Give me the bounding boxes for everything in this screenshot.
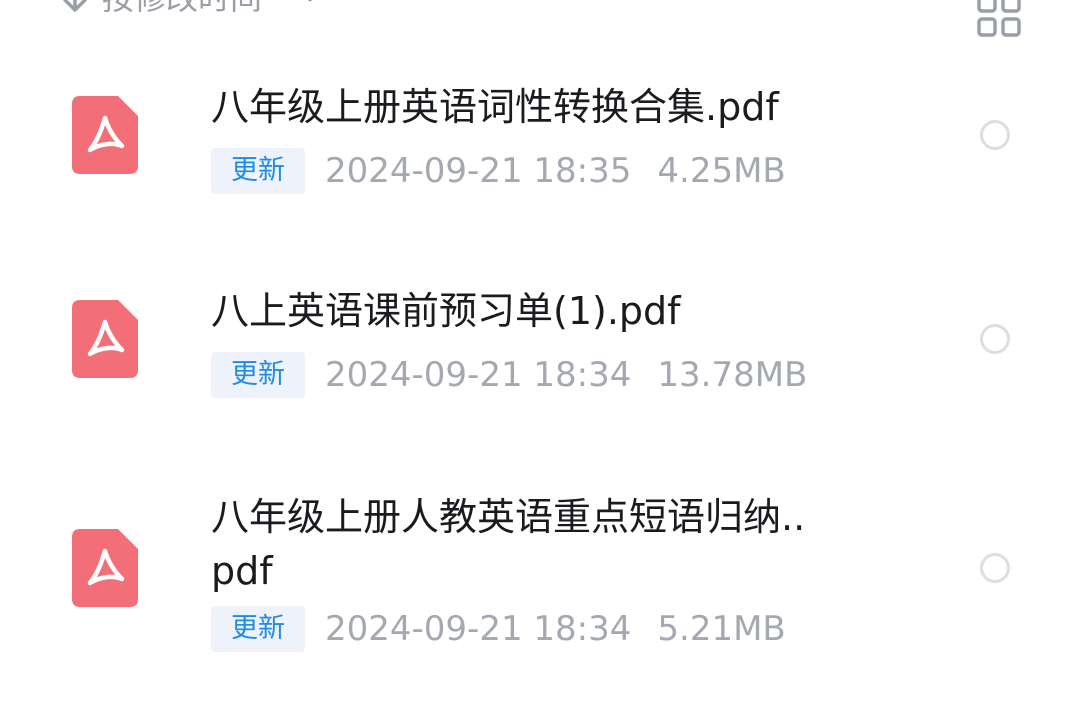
update-tag: 更新 <box>211 352 305 398</box>
file-date: 2024-09-21 18:34 <box>325 355 632 395</box>
file-date: 2024-09-21 18:35 <box>325 151 632 191</box>
file-meta: 更新 2024-09-21 18:34 13.78MB <box>211 352 807 398</box>
file-name: 八年级上册英语词性转换合集.pdf <box>211 85 779 129</box>
file-date: 2024-09-21 18:34 <box>325 609 632 649</box>
file-item[interactable]: 八年级上册英语词性转换合集.pdf 更新 2024-09-21 18:35 4.… <box>0 0 1080 240</box>
select-circle-icon[interactable] <box>980 553 1010 583</box>
pdf-file-icon <box>72 300 138 378</box>
file-meta: 更新 2024-09-21 18:35 4.25MB <box>211 148 786 194</box>
file-item[interactable]: 八年级上册人教英语重点短语归纳..pdf 更新 2024-09-21 18:34… <box>0 450 1080 714</box>
file-name: 八上英语课前预习单(1).pdf <box>211 289 681 333</box>
pdf-file-icon <box>72 529 138 607</box>
select-circle-icon[interactable] <box>980 120 1010 150</box>
file-size: 4.25MB <box>657 151 786 191</box>
file-meta: 更新 2024-09-21 18:34 5.21MB <box>211 606 786 652</box>
pdf-file-icon <box>72 96 138 174</box>
file-size: 5.21MB <box>657 609 786 649</box>
file-name: 八年级上册人教英语重点短语归纳..pdf <box>211 495 806 593</box>
file-size: 13.78MB <box>657 355 808 395</box>
file-item[interactable]: 八上英语课前预习单(1).pdf 更新 2024-09-21 18:34 13.… <box>0 240 1080 450</box>
select-circle-icon[interactable] <box>980 324 1010 354</box>
update-tag: 更新 <box>211 148 305 194</box>
update-tag: 更新 <box>211 606 305 652</box>
